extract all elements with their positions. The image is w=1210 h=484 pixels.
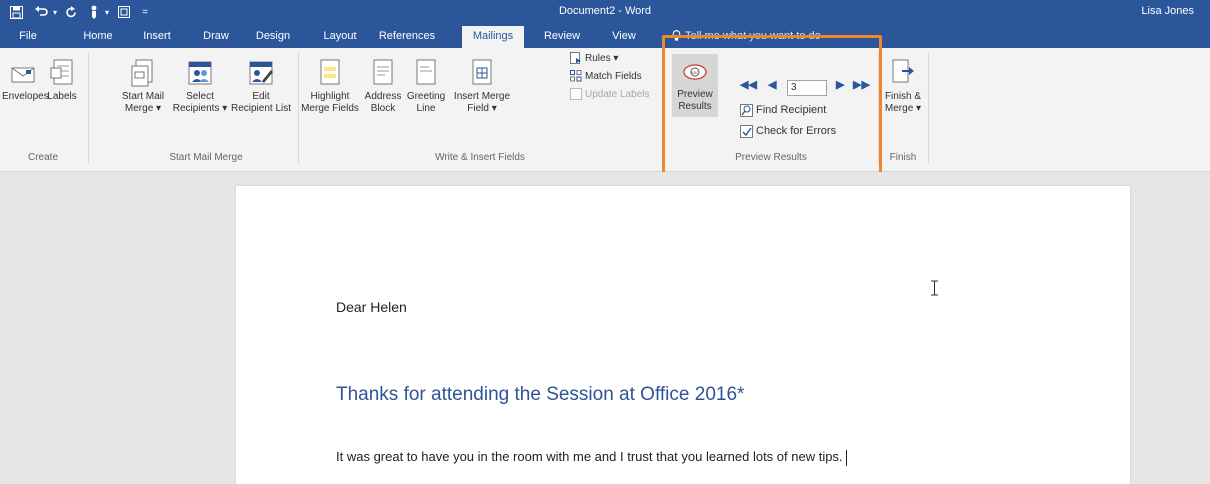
greeting-line-button[interactable]: Greeting Line [404, 58, 448, 115]
title-bar: ▾ ▾ = Document2 - Word Lisa Jones [0, 0, 1210, 24]
previous-record-icon[interactable]: ◀ [768, 78, 776, 91]
tab-layout[interactable]: Layout [319, 24, 361, 48]
text-cursor [845, 449, 847, 466]
start-mail-merge-icon [131, 59, 153, 87]
tab-design[interactable]: Design [251, 24, 295, 48]
labels-button[interactable]: Labels [44, 58, 80, 103]
svg-text:ABC: ABC [691, 70, 699, 75]
update-labels-button[interactable]: Update Labels [570, 86, 650, 102]
salutation-text: Dear Helen [336, 299, 407, 315]
find-recipient-icon [740, 103, 753, 117]
match-fields-button[interactable]: Match Fields [570, 68, 642, 84]
group-label-write-insert: Write & Insert Fields [435, 152, 525, 163]
ribbon-tabs: File Home Insert Draw Design Layout Refe… [0, 24, 1210, 48]
tab-draw[interactable]: Draw [198, 24, 234, 48]
group-divider [928, 52, 929, 164]
record-number-input[interactable]: 3 [787, 80, 827, 96]
highlight-merge-fields-button[interactable]: Highlight Merge Fields [298, 58, 362, 115]
last-record-icon[interactable]: ▶▶ [853, 78, 870, 91]
tab-home[interactable]: Home [76, 24, 120, 48]
document-area: Dear Helen Thanks for attending the Sess… [0, 172, 1210, 484]
document-title: Document2 - Word [558, 5, 652, 17]
check-errors-icon [740, 124, 753, 138]
rules-icon [570, 52, 581, 64]
group-divider [878, 52, 879, 164]
user-name[interactable]: Lisa Jones [1141, 5, 1194, 17]
ibeam-cursor-icon [931, 280, 938, 296]
finish-merge-icon [892, 59, 914, 83]
tell-me-search[interactable]: Tell me what you want to do [672, 24, 821, 48]
address-block-button[interactable]: Address Block [364, 58, 402, 115]
edit-recipient-list-button[interactable]: Edit Recipient List [228, 58, 294, 115]
preview-results-button[interactable]: ABC Preview Results [672, 54, 718, 117]
group-label-finish: Finish [889, 152, 917, 163]
group-divider [88, 52, 89, 164]
document-page[interactable]: Dear Helen Thanks for attending the Sess… [236, 186, 1130, 484]
group-label-preview-results: Preview Results [735, 152, 807, 163]
tab-mailings[interactable]: Mailings [462, 26, 524, 48]
labels-icon [50, 59, 73, 85]
tab-references[interactable]: References [374, 24, 440, 48]
edit-list-icon [249, 61, 273, 85]
recipients-icon [188, 61, 212, 85]
highlight-fields-icon [320, 59, 340, 85]
tab-view[interactable]: View [606, 24, 642, 48]
select-recipients-button[interactable]: Select Recipients ▾ [172, 58, 228, 115]
envelope-icon [11, 67, 35, 83]
match-fields-icon [570, 70, 582, 82]
tab-file[interactable]: File [13, 24, 43, 48]
first-record-icon[interactable]: ◀◀ [740, 78, 757, 91]
group-divider [664, 52, 665, 164]
insert-merge-field-button[interactable]: Insert Merge Field ▾ [450, 58, 514, 115]
lightbulb-icon [672, 30, 681, 41]
rules-button[interactable]: Rules ▾ [570, 50, 618, 66]
finish-merge-button[interactable]: Finish & Merge ▾ [882, 58, 924, 115]
address-block-icon [373, 59, 393, 85]
group-label-start-mail-merge: Start Mail Merge [169, 152, 243, 163]
body-text: It was great to have you in the room wit… [336, 449, 847, 466]
tell-me-text: Tell me what you want to do [685, 30, 821, 42]
tab-review[interactable]: Review [540, 24, 584, 48]
find-recipient-button[interactable]: Find Recipient [740, 102, 826, 118]
group-label-create: Create [27, 152, 58, 163]
greeting-line-icon [416, 59, 436, 85]
check-for-errors-button[interactable]: Check for Errors [740, 123, 836, 139]
insert-merge-field-icon [472, 59, 492, 85]
tab-insert[interactable]: Insert [137, 24, 177, 48]
ribbon-mailings: Envelopes Labels Create Start Mail Merge… [0, 48, 1210, 172]
next-record-icon[interactable]: ▶ [836, 78, 844, 91]
body-paragraph: It was great to have you in the room wit… [336, 449, 843, 464]
envelopes-button[interactable]: Envelopes [2, 58, 49, 103]
start-mail-merge-button[interactable]: Start Mail Merge ▾ [118, 58, 168, 115]
word-window: ▾ ▾ = Document2 - Word Lisa Jones File H… [0, 0, 1210, 484]
heading-text: Thanks for attending the Session at Offi… [336, 384, 745, 405]
preview-results-icon: ABC [683, 64, 707, 80]
update-labels-icon [570, 88, 582, 100]
